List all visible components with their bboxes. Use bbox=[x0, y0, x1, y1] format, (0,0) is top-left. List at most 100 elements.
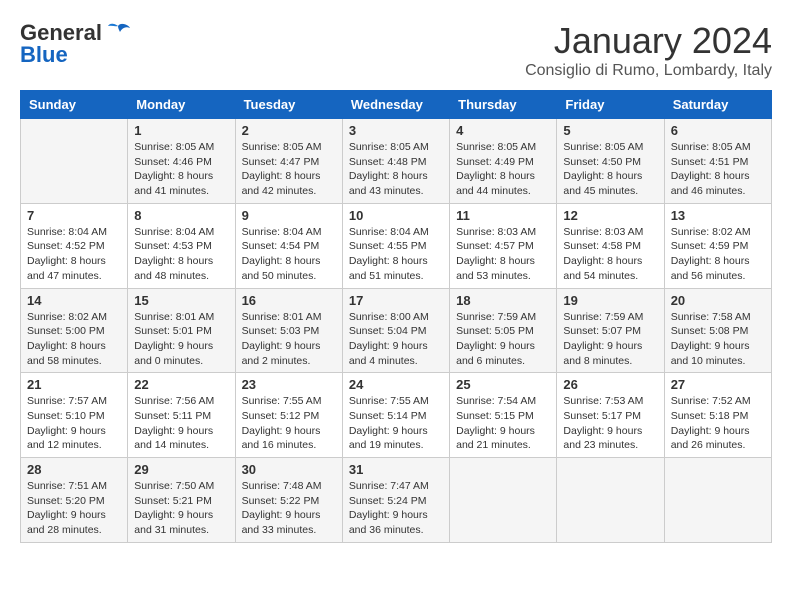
day-info: Sunrise: 8:02 AM Sunset: 5:00 PM Dayligh… bbox=[27, 310, 121, 369]
day-info: Sunrise: 7:52 AM Sunset: 5:18 PM Dayligh… bbox=[671, 394, 765, 453]
calendar-table: SundayMondayTuesdayWednesdayThursdayFrid… bbox=[20, 90, 772, 543]
day-number: 29 bbox=[134, 462, 228, 477]
day-number: 6 bbox=[671, 123, 765, 138]
calendar-cell: 31 Sunrise: 7:47 AM Sunset: 5:24 PM Dayli… bbox=[342, 458, 449, 543]
week-row-0: 1 Sunrise: 8:05 AM Sunset: 4:46 PM Daylig… bbox=[21, 119, 772, 204]
calendar-cell: 23 Sunrise: 7:55 AM Sunset: 5:12 PM Dayli… bbox=[235, 373, 342, 458]
calendar-cell: 26Sunrise: 7:53 AM Sunset: 5:17 PM Dayli… bbox=[557, 373, 664, 458]
day-number: 25 bbox=[456, 377, 550, 392]
day-number: 1 bbox=[134, 123, 228, 138]
day-info: Sunrise: 8:04 AM Sunset: 4:54 PM Dayligh… bbox=[242, 225, 336, 284]
day-info: Sunrise: 8:01 AM Sunset: 5:01 PM Dayligh… bbox=[134, 310, 228, 369]
day-number: 9 bbox=[242, 208, 336, 223]
calendar-cell: 10 Sunrise: 8:04 AM Sunset: 4:55 PM Dayli… bbox=[342, 203, 449, 288]
day-number: 3 bbox=[349, 123, 443, 138]
logo-bird-icon bbox=[104, 22, 132, 44]
day-info: Sunrise: 7:53 AM Sunset: 5:17 PM Dayligh… bbox=[563, 394, 657, 453]
day-info: Sunrise: 7:58 AM Sunset: 5:08 PM Dayligh… bbox=[671, 310, 765, 369]
calendar-cell: 30 Sunrise: 7:48 AM Sunset: 5:22 PM Dayli… bbox=[235, 458, 342, 543]
calendar-cell: 20 Sunrise: 7:58 AM Sunset: 5:08 PM Dayli… bbox=[664, 288, 771, 373]
day-info: Sunrise: 8:00 AM Sunset: 5:04 PM Dayligh… bbox=[349, 310, 443, 369]
day-info: Sunrise: 8:02 AM Sunset: 4:59 PM Dayligh… bbox=[671, 225, 765, 284]
calendar-cell: 22 Sunrise: 7:56 AM Sunset: 5:11 PM Dayli… bbox=[128, 373, 235, 458]
day-info: Sunrise: 8:05 AM Sunset: 4:48 PM Dayligh… bbox=[349, 140, 443, 199]
day-number: 4 bbox=[456, 123, 550, 138]
calendar-cell: 5 Sunrise: 8:05 AM Sunset: 4:50 PM Daylig… bbox=[557, 119, 664, 204]
calendar-header-row: SundayMondayTuesdayWednesdayThursdayFrid… bbox=[21, 91, 772, 119]
day-number: 13 bbox=[671, 208, 765, 223]
day-info: Sunrise: 7:47 AM Sunset: 5:24 PM Dayligh… bbox=[349, 479, 443, 538]
day-info: Sunrise: 7:59 AM Sunset: 5:05 PM Dayligh… bbox=[456, 310, 550, 369]
calendar-cell: 16Sunrise: 8:01 AM Sunset: 5:03 PM Dayli… bbox=[235, 288, 342, 373]
calendar-cell: 1 Sunrise: 8:05 AM Sunset: 4:46 PM Daylig… bbox=[128, 119, 235, 204]
day-number: 12 bbox=[563, 208, 657, 223]
day-number: 21 bbox=[27, 377, 121, 392]
calendar-cell: 24 Sunrise: 7:55 AM Sunset: 5:14 PM Dayli… bbox=[342, 373, 449, 458]
day-info: Sunrise: 7:55 AM Sunset: 5:14 PM Dayligh… bbox=[349, 394, 443, 453]
day-info: Sunrise: 8:05 AM Sunset: 4:49 PM Dayligh… bbox=[456, 140, 550, 199]
day-info: Sunrise: 8:05 AM Sunset: 4:46 PM Dayligh… bbox=[134, 140, 228, 199]
day-info: Sunrise: 8:04 AM Sunset: 4:55 PM Dayligh… bbox=[349, 225, 443, 284]
day-number: 23 bbox=[242, 377, 336, 392]
day-number: 7 bbox=[27, 208, 121, 223]
day-number: 14 bbox=[27, 293, 121, 308]
calendar-cell: 13 Sunrise: 8:02 AM Sunset: 4:59 PM Dayli… bbox=[664, 203, 771, 288]
day-number: 5 bbox=[563, 123, 657, 138]
day-info: Sunrise: 8:03 AM Sunset: 4:57 PM Dayligh… bbox=[456, 225, 550, 284]
day-number: 18 bbox=[456, 293, 550, 308]
calendar-cell: 12 Sunrise: 8:03 AM Sunset: 4:58 PM Dayli… bbox=[557, 203, 664, 288]
title-section: January 2024 Consiglio di Rumo, Lombardy… bbox=[525, 20, 772, 80]
day-info: Sunrise: 7:59 AM Sunset: 5:07 PM Dayligh… bbox=[563, 310, 657, 369]
day-info: Sunrise: 8:04 AM Sunset: 4:52 PM Dayligh… bbox=[27, 225, 121, 284]
calendar-cell: 7 Sunrise: 8:04 AM Sunset: 4:52 PM Daylig… bbox=[21, 203, 128, 288]
calendar-cell bbox=[557, 458, 664, 543]
logo-blue-text: Blue bbox=[20, 42, 68, 68]
day-info: Sunrise: 8:05 AM Sunset: 4:51 PM Dayligh… bbox=[671, 140, 765, 199]
day-number: 19 bbox=[563, 293, 657, 308]
header-saturday: Saturday bbox=[664, 91, 771, 119]
calendar-cell: 2 Sunrise: 8:05 AM Sunset: 4:47 PM Daylig… bbox=[235, 119, 342, 204]
week-row-3: 21Sunrise: 7:57 AM Sunset: 5:10 PM Dayli… bbox=[21, 373, 772, 458]
day-info: Sunrise: 8:03 AM Sunset: 4:58 PM Dayligh… bbox=[563, 225, 657, 284]
calendar-cell: 29 Sunrise: 7:50 AM Sunset: 5:21 PM Dayli… bbox=[128, 458, 235, 543]
calendar-cell bbox=[450, 458, 557, 543]
week-row-2: 14 Sunrise: 8:02 AM Sunset: 5:00 PM Dayli… bbox=[21, 288, 772, 373]
calendar-cell: 27Sunrise: 7:52 AM Sunset: 5:18 PM Dayli… bbox=[664, 373, 771, 458]
calendar-cell: 11Sunrise: 8:03 AM Sunset: 4:57 PM Dayli… bbox=[450, 203, 557, 288]
page-header: General Blue January 2024 Consiglio di R… bbox=[20, 20, 772, 80]
day-number: 2 bbox=[242, 123, 336, 138]
calendar-cell: 28 Sunrise: 7:51 AM Sunset: 5:20 PM Dayli… bbox=[21, 458, 128, 543]
header-monday: Monday bbox=[128, 91, 235, 119]
day-info: Sunrise: 7:55 AM Sunset: 5:12 PM Dayligh… bbox=[242, 394, 336, 453]
day-info: Sunrise: 7:50 AM Sunset: 5:21 PM Dayligh… bbox=[134, 479, 228, 538]
day-number: 28 bbox=[27, 462, 121, 477]
day-info: Sunrise: 8:05 AM Sunset: 4:47 PM Dayligh… bbox=[242, 140, 336, 199]
calendar-cell: 8Sunrise: 8:04 AM Sunset: 4:53 PM Daylig… bbox=[128, 203, 235, 288]
day-info: Sunrise: 7:56 AM Sunset: 5:11 PM Dayligh… bbox=[134, 394, 228, 453]
day-info: Sunrise: 7:54 AM Sunset: 5:15 PM Dayligh… bbox=[456, 394, 550, 453]
logo: General Blue bbox=[20, 20, 132, 68]
calendar-cell: 25 Sunrise: 7:54 AM Sunset: 5:15 PM Dayli… bbox=[450, 373, 557, 458]
day-number: 31 bbox=[349, 462, 443, 477]
day-number: 22 bbox=[134, 377, 228, 392]
header-thursday: Thursday bbox=[450, 91, 557, 119]
day-number: 17 bbox=[349, 293, 443, 308]
calendar-cell bbox=[21, 119, 128, 204]
day-number: 20 bbox=[671, 293, 765, 308]
week-row-1: 7 Sunrise: 8:04 AM Sunset: 4:52 PM Daylig… bbox=[21, 203, 772, 288]
header-wednesday: Wednesday bbox=[342, 91, 449, 119]
calendar-cell: 21Sunrise: 7:57 AM Sunset: 5:10 PM Dayli… bbox=[21, 373, 128, 458]
calendar-cell: 15Sunrise: 8:01 AM Sunset: 5:01 PM Dayli… bbox=[128, 288, 235, 373]
day-number: 30 bbox=[242, 462, 336, 477]
day-number: 24 bbox=[349, 377, 443, 392]
calendar-cell: 6 Sunrise: 8:05 AM Sunset: 4:51 PM Daylig… bbox=[664, 119, 771, 204]
day-info: Sunrise: 8:05 AM Sunset: 4:50 PM Dayligh… bbox=[563, 140, 657, 199]
header-sunday: Sunday bbox=[21, 91, 128, 119]
calendar-title: January 2024 bbox=[525, 20, 772, 62]
calendar-cell: 18 Sunrise: 7:59 AM Sunset: 5:05 PM Dayli… bbox=[450, 288, 557, 373]
calendar-cell: 17 Sunrise: 8:00 AM Sunset: 5:04 PM Dayli… bbox=[342, 288, 449, 373]
day-number: 10 bbox=[349, 208, 443, 223]
calendar-cell: 9 Sunrise: 8:04 AM Sunset: 4:54 PM Daylig… bbox=[235, 203, 342, 288]
day-info: Sunrise: 7:48 AM Sunset: 5:22 PM Dayligh… bbox=[242, 479, 336, 538]
day-info: Sunrise: 7:51 AM Sunset: 5:20 PM Dayligh… bbox=[27, 479, 121, 538]
